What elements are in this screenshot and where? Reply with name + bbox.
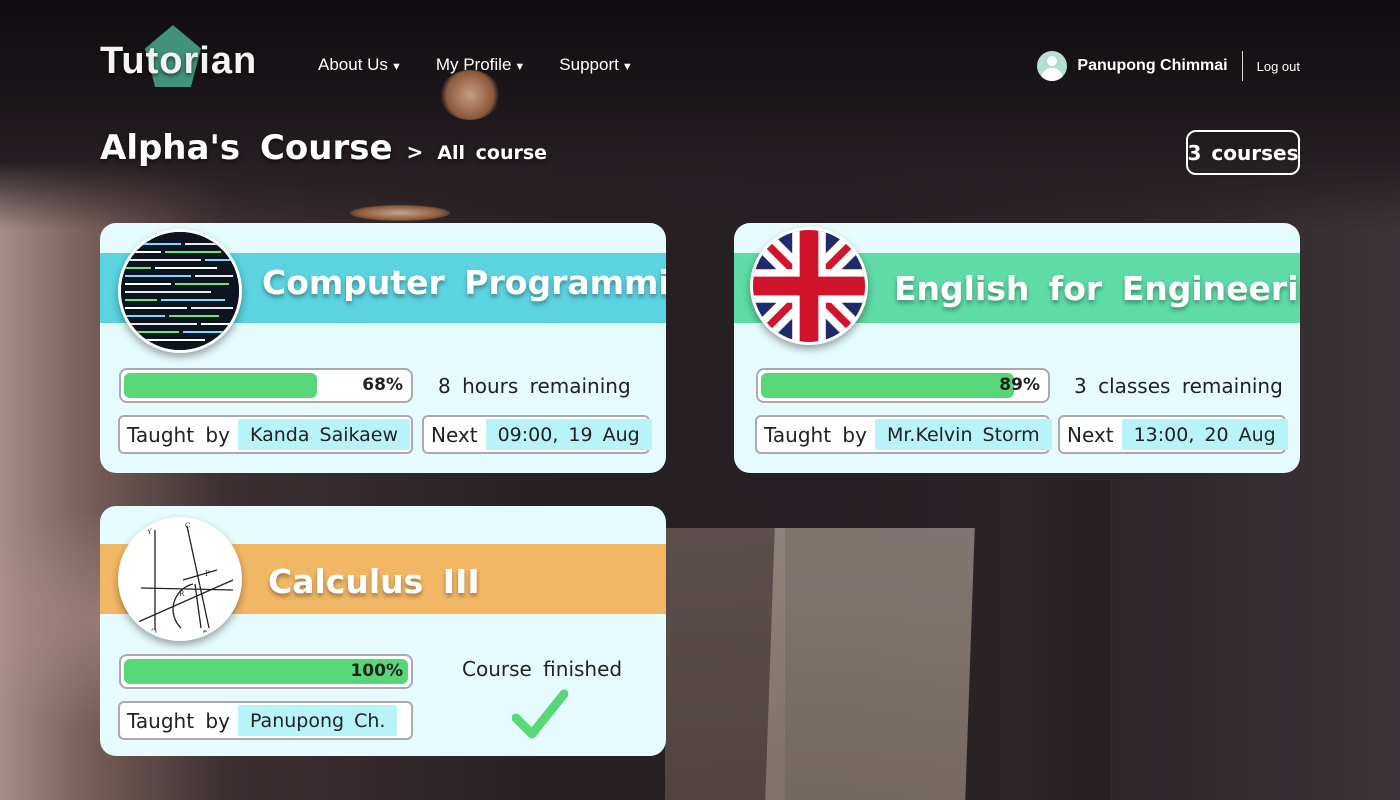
teacher-chip: Taught by Mr.Kelvin Storm: [755, 415, 1052, 454]
nav-about-us[interactable]: About Us ▼: [318, 55, 402, 75]
taught-by-label: Taught by: [127, 708, 230, 733]
divider: [1241, 51, 1243, 81]
caret-down-icon: ▼: [514, 61, 526, 73]
brand-logo[interactable]: Tutorian: [100, 40, 257, 83]
nav-label: Support: [559, 55, 619, 74]
teacher-chip: Taught by Kanda Saikaew: [118, 415, 413, 454]
progress-bar: 89%: [756, 368, 1050, 403]
checkmark-icon: [512, 689, 568, 739]
course-title[interactable]: Computer Programming: [262, 263, 666, 302]
taught-by-label: Taught by: [127, 422, 230, 447]
course-title[interactable]: Calculus III: [268, 562, 480, 601]
user-avatar-icon[interactable]: [1037, 51, 1068, 81]
svg-text:O: O: [151, 628, 157, 636]
next-class-time: 09:00, 19 Aug: [485, 419, 652, 450]
code-screen-image: [118, 229, 242, 353]
nav-support[interactable]: Support ▼: [559, 55, 632, 75]
svg-text:R: R: [179, 590, 185, 598]
time-remaining: 8 hours remaining: [438, 374, 631, 398]
svg-text:Y: Y: [146, 528, 152, 536]
taught-by-label: Taught by: [764, 422, 867, 447]
teacher-name[interactable]: Kanda Saikaew: [237, 419, 411, 450]
user-menu: Panupong Chimmai Log out: [1037, 50, 1300, 82]
caret-down-icon: ▼: [621, 61, 633, 73]
svg-text:e: e: [203, 628, 207, 636]
progress-label: 89%: [999, 375, 1040, 395]
uk-flag-image: [750, 227, 868, 345]
next-class-chip: Next 09:00, 19 Aug: [422, 415, 652, 454]
breadcrumb-separator: >: [406, 140, 424, 164]
next-label: Next: [431, 422, 478, 447]
breadcrumb: Alpha's Course > All course: [100, 128, 547, 168]
user-name[interactable]: Panupong Chimmai: [1077, 57, 1227, 75]
next-class-chip: Next 13:00, 20 Aug: [1058, 415, 1288, 454]
progress-fill: [124, 373, 317, 398]
geometry-diagram-image: Y C P Oe R: [118, 517, 242, 641]
page-title: Alpha's Course: [100, 128, 393, 168]
next-label: Next: [1067, 422, 1114, 447]
course-title[interactable]: English for Engineering: [894, 269, 1300, 308]
teacher-chip: Taught by Panupong Ch.: [118, 701, 413, 740]
progress-bar: 100%: [119, 654, 413, 689]
classes-remaining: 3 classes remaining: [1074, 374, 1283, 398]
main-nav: About Us ▼ My Profile ▼ Support ▼: [318, 55, 633, 75]
nav-label: About Us: [318, 55, 388, 74]
course-card[interactable]: Computer Programming 68% 8 hours remaini…: [100, 223, 666, 473]
course-card[interactable]: Y C P Oe R Calculus III 100% Course finishe…: [100, 506, 666, 756]
course-count-badge: 3 courses: [1186, 130, 1300, 175]
caret-down-icon: ▼: [390, 61, 402, 73]
progress-bar: 68%: [119, 368, 413, 403]
teacher-name[interactable]: Panupong Ch.: [237, 705, 398, 736]
progress-label: 68%: [362, 375, 403, 395]
svg-text:P: P: [205, 570, 210, 578]
breadcrumb-current[interactable]: All course: [437, 142, 547, 164]
teacher-name[interactable]: Mr.Kelvin Storm: [874, 419, 1052, 450]
course-card[interactable]: English for Engineering 89% 3 classes re…: [734, 223, 1300, 473]
progress-label: 100%: [350, 661, 403, 681]
nav-my-profile[interactable]: My Profile ▼: [436, 55, 525, 75]
nav-label: My Profile: [435, 55, 512, 74]
course-status: Course finished: [462, 657, 623, 681]
next-class-time: 13:00, 20 Aug: [1121, 419, 1288, 450]
logout-link[interactable]: Log out: [1257, 59, 1300, 74]
progress-fill: [761, 373, 1014, 398]
svg-text:C: C: [185, 522, 190, 530]
